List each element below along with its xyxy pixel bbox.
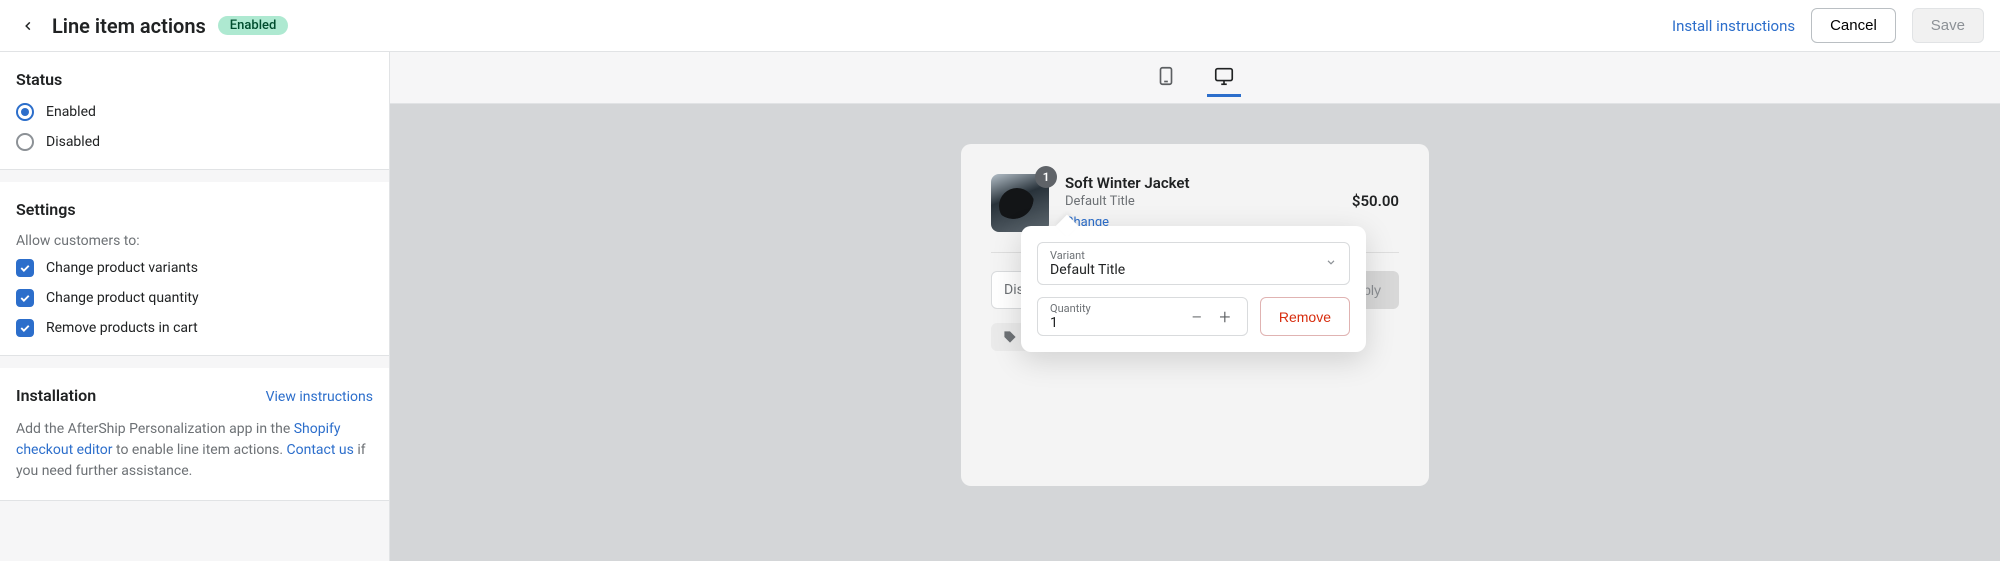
- status-disabled-radio[interactable]: Disabled: [16, 133, 373, 151]
- checkout-preview-card: 1 Soft Winter Jacket Default Title Chang…: [961, 144, 1429, 486]
- product-price: $50.00: [1352, 174, 1399, 210]
- tag-icon: [1003, 330, 1017, 344]
- variant-select-value: Default Title: [1050, 262, 1337, 278]
- radio-label: Disabled: [46, 134, 100, 150]
- remove-button[interactable]: Remove: [1260, 297, 1350, 336]
- variant-select-label: Variant: [1050, 249, 1337, 262]
- back-button[interactable]: [16, 14, 40, 38]
- preview-area: 1 Soft Winter Jacket Default Title Chang…: [390, 52, 2000, 561]
- install-text-part: to enable line item actions.: [113, 442, 287, 458]
- product-name: Soft Winter Jacket: [1065, 174, 1336, 192]
- quantity-stepper[interactable]: Quantity 1 − +: [1037, 297, 1248, 336]
- quantity-value: 1: [1050, 315, 1183, 331]
- check-change-quantity[interactable]: Change product quantity: [16, 289, 373, 307]
- settings-section-title: Settings: [16, 200, 373, 219]
- quantity-badge: 1: [1035, 166, 1057, 188]
- variant-select[interactable]: Variant Default Title: [1037, 242, 1350, 285]
- contact-us-link[interactable]: Contact us: [286, 442, 353, 458]
- checkbox-label: Remove products in cart: [46, 320, 198, 336]
- chevron-down-icon: [1325, 256, 1337, 272]
- status-enabled-radio[interactable]: Enabled: [16, 103, 373, 121]
- quantity-label: Quantity: [1050, 302, 1183, 315]
- device-tab-mobile[interactable]: [1149, 59, 1183, 97]
- status-section-title: Status: [16, 70, 373, 89]
- product-variant: Default Title: [1065, 194, 1336, 209]
- checkbox-icon: [16, 289, 34, 307]
- cancel-button[interactable]: Cancel: [1811, 8, 1896, 43]
- save-button: Save: [1912, 8, 1984, 43]
- settings-subtitle: Allow customers to:: [16, 233, 373, 249]
- radio-icon: [16, 103, 34, 121]
- checkbox-label: Change product quantity: [46, 290, 199, 306]
- radio-label: Enabled: [46, 104, 96, 120]
- device-tab-desktop[interactable]: [1207, 59, 1241, 97]
- variant-popover: Variant Default Title Quantity 1 −: [1021, 226, 1366, 352]
- view-instructions-link[interactable]: View instructions: [266, 389, 373, 405]
- checkbox-icon: [16, 259, 34, 277]
- installation-section-title: Installation: [16, 386, 96, 405]
- install-text-part: Add the AfterShip Personalization app in…: [16, 421, 294, 437]
- checkbox-label: Change product variants: [46, 260, 198, 276]
- sidebar: Status Enabled Disabled Settings Allow c…: [0, 52, 390, 561]
- quantity-decrease[interactable]: −: [1183, 303, 1211, 331]
- checkbox-icon: [16, 319, 34, 337]
- install-instructions-link[interactable]: Install instructions: [1672, 17, 1795, 35]
- status-badge: Enabled: [218, 16, 289, 35]
- installation-text: Add the AfterShip Personalization app in…: [16, 419, 373, 482]
- check-change-variants[interactable]: Change product variants: [16, 259, 373, 277]
- product-thumbnail: 1: [991, 174, 1049, 232]
- page-title: Line item actions: [52, 14, 206, 38]
- check-remove-products[interactable]: Remove products in cart: [16, 319, 373, 337]
- radio-icon: [16, 133, 34, 151]
- quantity-increase[interactable]: +: [1211, 303, 1239, 331]
